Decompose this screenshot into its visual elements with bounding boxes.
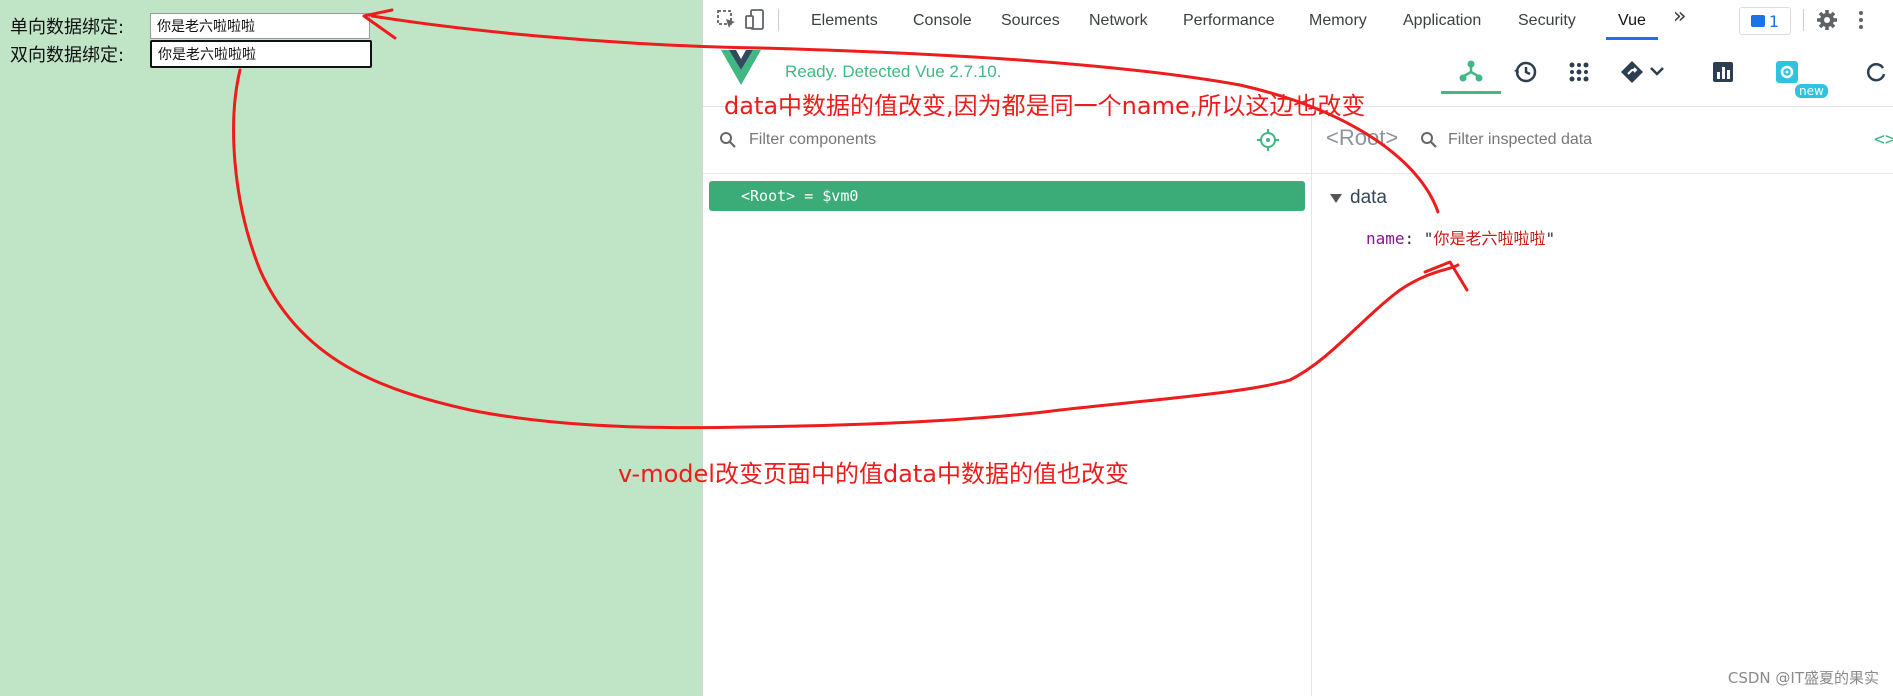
tab-performance[interactable]: Performance xyxy=(1183,0,1275,40)
tab-security[interactable]: Security xyxy=(1518,0,1576,40)
tab-sources[interactable]: Sources xyxy=(1001,0,1060,40)
tab-elements[interactable]: Elements xyxy=(811,0,878,40)
data-section-header[interactable]: data xyxy=(1330,187,1387,209)
annotation-bottom-note: v-model改变页面中的值data中数据的值也改变 xyxy=(618,460,1130,488)
annotation-top-note: data中数据的值改变,因为都是同一个name,所以这边也改变 xyxy=(724,92,1366,120)
tab-vue[interactable]: Vue xyxy=(1606,0,1658,40)
inspector-title: <Root> xyxy=(1326,125,1399,150)
routes-dropdown-icon[interactable] xyxy=(1609,50,1679,94)
issues-count: 1 xyxy=(1768,11,1780,31)
bar-chart-icon[interactable] xyxy=(1693,50,1753,94)
devtools-toolbar: Elements Console Sources Network Perform… xyxy=(703,0,1893,41)
data-section-label: data xyxy=(1350,187,1387,208)
gear-icon[interactable] xyxy=(1815,8,1839,32)
vue-logo-icon xyxy=(721,50,761,90)
search-icon xyxy=(1420,131,1438,153)
new-badge: new xyxy=(1795,84,1828,98)
device-toolbar-icon[interactable] xyxy=(743,8,767,32)
toolbar-divider xyxy=(778,9,779,31)
inspector-header: <Root> <> xyxy=(1312,107,1893,174)
components-panel: <Root> = $vm0 xyxy=(703,107,1312,696)
screenshot-root: 单向数据绑定: 双向数据绑定: Elements Console Sources… xyxy=(0,0,1893,696)
vue-ready-status: Ready. Detected Vue 2.7.10. xyxy=(785,62,1002,81)
tab-network[interactable]: Network xyxy=(1089,0,1148,40)
select-component-target-icon[interactable] xyxy=(1257,129,1279,155)
performance-dots-icon[interactable] xyxy=(1549,50,1609,94)
root-vm-ref: = $vm0 xyxy=(804,187,859,205)
property-key: name xyxy=(1366,229,1405,248)
one-way-row: 单向数据绑定: xyxy=(10,12,370,40)
csdn-watermark: CSDN @IT盛夏的果实 xyxy=(1727,669,1879,687)
toolbar-divider xyxy=(1803,9,1804,31)
component-tree-root-row[interactable]: <Root> = $vm0 xyxy=(709,181,1305,211)
root-tag: <Root> xyxy=(741,187,796,205)
inspect-element-icon[interactable] xyxy=(715,8,739,32)
two-way-row: 双向数据绑定: xyxy=(10,40,372,68)
tab-console[interactable]: Console xyxy=(913,0,972,40)
issues-badge[interactable]: 1 xyxy=(1739,7,1791,35)
inspector-panel: <Root> <> data name: "你是老六啦啦啦" xyxy=(1312,107,1893,696)
data-property-row[interactable]: name: "你是老六啦啦啦" xyxy=(1366,225,1555,249)
property-value[interactable]: 你是老六啦啦啦 xyxy=(1433,229,1545,248)
two-way-input[interactable] xyxy=(150,40,372,68)
code-toggle-icon[interactable]: <> xyxy=(1874,129,1893,150)
one-way-input[interactable] xyxy=(150,13,370,39)
timeline-history-icon[interactable] xyxy=(1495,50,1555,94)
rendered-page: 单向数据绑定: 双向数据绑定: xyxy=(0,0,703,696)
more-tabs-icon[interactable]: » xyxy=(1673,4,1686,29)
components-filter-input[interactable] xyxy=(747,127,1231,153)
one-way-label: 单向数据绑定: xyxy=(10,17,125,38)
two-way-label: 双向数据绑定: xyxy=(10,45,125,66)
search-icon xyxy=(719,131,737,153)
caret-down-icon xyxy=(1330,193,1342,203)
tab-application[interactable]: Application xyxy=(1403,0,1481,40)
message-icon xyxy=(1750,15,1765,27)
refresh-icon[interactable] xyxy=(1863,50,1893,94)
inspected-data-filter-input[interactable] xyxy=(1446,127,1830,153)
kebab-menu-icon[interactable] xyxy=(1849,8,1873,32)
components-tree-icon[interactable] xyxy=(1441,50,1501,94)
tab-memory[interactable]: Memory xyxy=(1309,0,1367,40)
